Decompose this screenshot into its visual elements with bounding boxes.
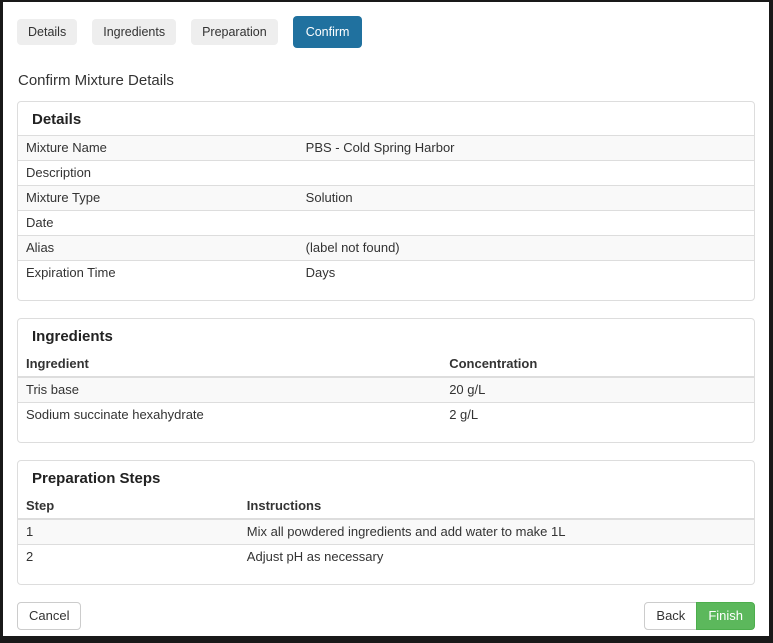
tab-details[interactable]: Details — [17, 19, 78, 45]
confirm-mixture-page: Details Ingredients Preparation Confirm … — [3, 2, 769, 636]
detail-label: Alias — [18, 235, 298, 261]
column-header-instructions: Instructions — [238, 494, 754, 520]
preparation-step-row: 2 Adjust pH as necessary — [18, 544, 754, 569]
ingredients-header-row: Ingredient Concentration — [18, 352, 754, 378]
ingredient-name: Tris base — [18, 376, 442, 403]
detail-value: Solution — [297, 185, 754, 211]
footer-actions: Cancel Back Finish — [17, 602, 755, 630]
details-row: Expiration Time Days — [18, 260, 754, 285]
detail-label: Expiration Time — [18, 260, 298, 285]
detail-value: (label not found) — [297, 235, 754, 261]
ingredient-concentration: 2 g/L — [441, 402, 754, 427]
wizard-tabs: Details Ingredients Preparation Confirm — [17, 16, 755, 48]
tab-confirm[interactable]: Confirm — [292, 16, 363, 48]
step-instructions: Mix all powdered ingredients and add wat… — [238, 518, 754, 545]
detail-value — [297, 160, 754, 186]
tab-ingredients[interactable]: Ingredients — [92, 19, 177, 45]
detail-value: Days — [297, 260, 754, 285]
app-window: Details Ingredients Preparation Confirm … — [0, 0, 773, 643]
ingredient-row: Tris base 20 g/L — [18, 376, 754, 403]
cancel-button[interactable]: Cancel — [17, 602, 82, 630]
detail-value — [297, 210, 754, 236]
ingredient-row: Sodium succinate hexahydrate 2 g/L — [18, 402, 754, 427]
ingredient-name: Sodium succinate hexahydrate — [18, 402, 442, 427]
details-row: Mixture Name PBS - Cold Spring Harbor — [18, 135, 754, 161]
preparation-panel: Preparation Steps Step Instructions 1 Mi… — [17, 460, 755, 585]
back-finish-button-group: Back Finish — [644, 602, 755, 630]
details-row: Mixture Type Solution — [18, 185, 754, 211]
back-button[interactable]: Back — [644, 602, 698, 630]
details-row: Description — [18, 160, 754, 186]
preparation-step-row: 1 Mix all powdered ingredients and add w… — [18, 518, 754, 545]
finish-button[interactable]: Finish — [696, 602, 755, 630]
preparation-heading: Preparation Steps — [32, 470, 161, 487]
step-number: 2 — [18, 544, 239, 569]
detail-label: Description — [18, 160, 298, 186]
column-header-concentration: Concentration — [441, 352, 754, 378]
details-row: Alias (label not found) — [18, 235, 754, 261]
step-number: 1 — [18, 518, 239, 545]
detail-label: Mixture Type — [18, 185, 298, 211]
ingredients-table: Ingredient Concentration Tris base 20 g/… — [18, 352, 754, 427]
preparation-table: Step Instructions 1 Mix all powdered ing… — [18, 494, 754, 569]
detail-label: Mixture Name — [18, 135, 298, 161]
ingredients-panel: Ingredients Ingredient Concentration Tri… — [17, 318, 755, 443]
page-title: Confirm Mixture Details — [18, 72, 174, 89]
details-row: Date — [18, 210, 754, 236]
ingredients-heading: Ingredients — [32, 328, 113, 345]
details-table: Mixture Name PBS - Cold Spring Harbor De… — [18, 135, 754, 285]
detail-label: Date — [18, 210, 298, 236]
detail-value: PBS - Cold Spring Harbor — [297, 135, 754, 161]
preparation-header-row: Step Instructions — [18, 494, 754, 520]
column-header-ingredient: Ingredient — [18, 352, 442, 378]
details-heading: Details — [32, 111, 82, 128]
column-header-step: Step — [18, 494, 239, 520]
step-instructions: Adjust pH as necessary — [238, 544, 754, 569]
ingredient-concentration: 20 g/L — [441, 376, 754, 403]
details-panel: Details Mixture Name PBS - Cold Spring H… — [17, 101, 755, 301]
tab-preparation[interactable]: Preparation — [191, 19, 278, 45]
